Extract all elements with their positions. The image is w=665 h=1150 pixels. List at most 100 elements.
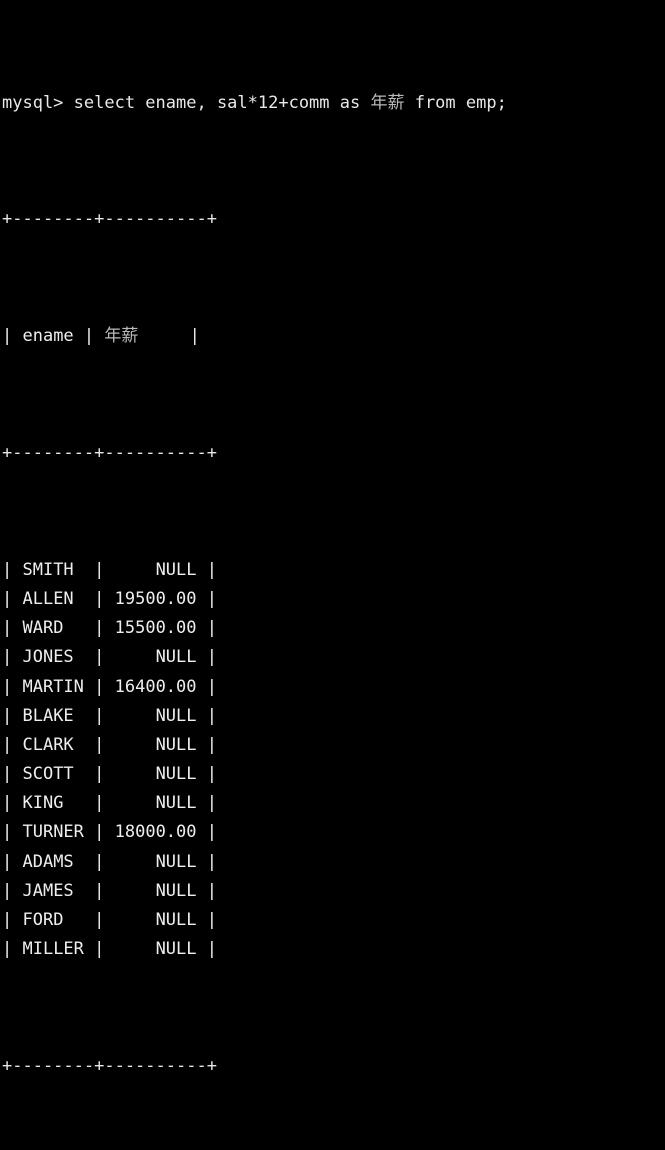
row-mid-pipe: | bbox=[73, 705, 115, 726]
header-left-pipe: | bbox=[2, 326, 23, 347]
cell-nianxin: NULL bbox=[114, 910, 197, 931]
row-mid-pipe: | bbox=[63, 618, 115, 639]
cell-ename: MILLER bbox=[22, 939, 84, 960]
row-mid-pipe: | bbox=[83, 822, 115, 843]
table-row: | ALLEN | 19500.00 | bbox=[2, 585, 665, 614]
row-left-pipe: | bbox=[2, 559, 23, 580]
table-separator-top: +--------+----------+ bbox=[2, 209, 217, 230]
table-row: | MARTIN | 16400.00 | bbox=[2, 673, 665, 702]
cell-nianxin: NULL bbox=[114, 880, 197, 901]
row-left-pipe: | bbox=[2, 939, 23, 960]
terminal-output: mysql> select ename, sal*12+comm as 年薪 f… bbox=[0, 0, 665, 1076]
cell-nianxin: NULL bbox=[114, 939, 197, 960]
cell-nianxin: NULL bbox=[114, 764, 197, 785]
table-separator-header: +--------+----------+ bbox=[2, 443, 217, 463]
cell-nianxin: 18000.00 bbox=[114, 822, 197, 843]
row-left-pipe: | bbox=[2, 851, 23, 872]
table-row: | KING | NULL | bbox=[2, 789, 665, 818]
table-row: | JONES | NULL | bbox=[2, 643, 665, 672]
cell-nianxin: 15500.00 bbox=[114, 618, 197, 639]
row-right-pipe: | bbox=[196, 588, 217, 609]
table-row: | CLARK | NULL | bbox=[2, 731, 665, 760]
table-separator-bottom: +--------+----------+ bbox=[2, 1056, 217, 1077]
cell-nianxin: NULL bbox=[114, 705, 197, 726]
cell-ename: KING bbox=[22, 793, 64, 814]
row-left-pipe: | bbox=[2, 588, 23, 609]
table-row: | SCOTT | NULL | bbox=[2, 760, 665, 789]
table-row: | ADAMS | NULL | bbox=[2, 848, 665, 877]
cell-ename: SMITH bbox=[22, 559, 74, 580]
row-right-pipe: | bbox=[196, 764, 217, 785]
cell-nianxin: NULL bbox=[114, 559, 197, 580]
row-left-pipe: | bbox=[2, 910, 23, 931]
cell-ename: CLARK bbox=[22, 734, 74, 755]
row-left-pipe: | bbox=[2, 618, 23, 639]
cell-ename: TURNER bbox=[22, 822, 84, 843]
table-row: | WARD | 15500.00 | bbox=[2, 614, 665, 643]
cell-ename: FORD bbox=[22, 910, 64, 931]
cell-ename: SCOTT bbox=[22, 764, 74, 785]
row-right-pipe: | bbox=[196, 705, 217, 726]
cell-ename: JAMES bbox=[22, 880, 74, 901]
table-row: | FORD | NULL | bbox=[2, 906, 665, 935]
row-right-pipe: | bbox=[196, 851, 217, 872]
command-line: mysql> select ename, sal*12+comm as 年薪 f… bbox=[2, 89, 665, 118]
row-right-pipe: | bbox=[196, 734, 217, 755]
row-left-pipe: | bbox=[2, 822, 23, 843]
row-mid-pipe: | bbox=[73, 559, 115, 580]
row-left-pipe: | bbox=[2, 734, 23, 755]
cell-ename: BLAKE bbox=[22, 705, 74, 726]
cell-ename: MARTIN bbox=[22, 676, 84, 697]
row-mid-pipe: | bbox=[63, 910, 115, 931]
header-cell-ename: ename bbox=[22, 326, 84, 347]
table-row: | SMITH | NULL | bbox=[2, 556, 665, 585]
cell-nianxin: NULL bbox=[114, 851, 197, 872]
row-right-pipe: | bbox=[196, 559, 217, 580]
row-left-pipe: | bbox=[2, 880, 23, 901]
row-mid-pipe: | bbox=[73, 588, 115, 609]
row-right-pipe: | bbox=[196, 939, 217, 960]
row-left-pipe: | bbox=[2, 676, 23, 697]
cell-nianxin: 19500.00 bbox=[114, 588, 197, 609]
cell-ename: ALLEN bbox=[22, 588, 74, 609]
row-right-pipe: | bbox=[196, 676, 217, 697]
row-left-pipe: | bbox=[2, 647, 23, 668]
row-left-pipe: | bbox=[2, 705, 23, 726]
cell-ename: WARD bbox=[22, 618, 64, 639]
table-header-row: | ename | 年薪 | bbox=[2, 322, 665, 351]
header-cell-nianxin: 年薪 bbox=[104, 326, 139, 347]
mysql-prompt: mysql> bbox=[2, 92, 64, 113]
cell-ename: ADAMS bbox=[22, 851, 74, 872]
header-right-pipe: | bbox=[189, 326, 200, 347]
row-mid-pipe: | bbox=[73, 734, 115, 755]
row-right-pipe: | bbox=[196, 647, 217, 668]
row-mid-pipe: | bbox=[73, 764, 115, 785]
table-body: | SMITH | NULL | | ALLEN | 19500.00 | | WA… bbox=[2, 556, 665, 965]
row-mid-pipe: | bbox=[73, 851, 115, 872]
table-row: | MILLER | NULL | bbox=[2, 935, 665, 964]
row-mid-pipe: | bbox=[83, 676, 115, 697]
header-mid-pipe: | bbox=[83, 326, 105, 347]
command-text-tail: from emp; bbox=[404, 92, 507, 113]
cell-nianxin: 16400.00 bbox=[114, 676, 197, 697]
row-left-pipe: | bbox=[2, 764, 23, 785]
row-right-pipe: | bbox=[196, 822, 217, 843]
table-row: | JAMES | NULL | bbox=[2, 877, 665, 906]
header-cell-nianxin-pad bbox=[138, 326, 189, 346]
row-mid-pipe: | bbox=[63, 793, 115, 814]
row-mid-pipe: | bbox=[73, 880, 115, 901]
row-right-pipe: | bbox=[196, 910, 217, 931]
row-right-pipe: | bbox=[196, 793, 217, 814]
cell-ename: JONES bbox=[22, 647, 74, 668]
cell-nianxin: NULL bbox=[114, 647, 197, 668]
row-mid-pipe: | bbox=[73, 647, 115, 668]
row-right-pipe: | bbox=[196, 880, 217, 901]
row-right-pipe: | bbox=[196, 618, 217, 639]
cell-nianxin: NULL bbox=[114, 734, 197, 755]
table-row: | TURNER | 18000.00 | bbox=[2, 818, 665, 847]
command-alias-cjk: 年薪 bbox=[370, 92, 405, 113]
row-mid-pipe: | bbox=[83, 939, 115, 960]
command-text-head: select ename, sal*12+comm as bbox=[63, 92, 371, 113]
cell-nianxin: NULL bbox=[114, 793, 197, 814]
table-row: | BLAKE | NULL | bbox=[2, 702, 665, 731]
